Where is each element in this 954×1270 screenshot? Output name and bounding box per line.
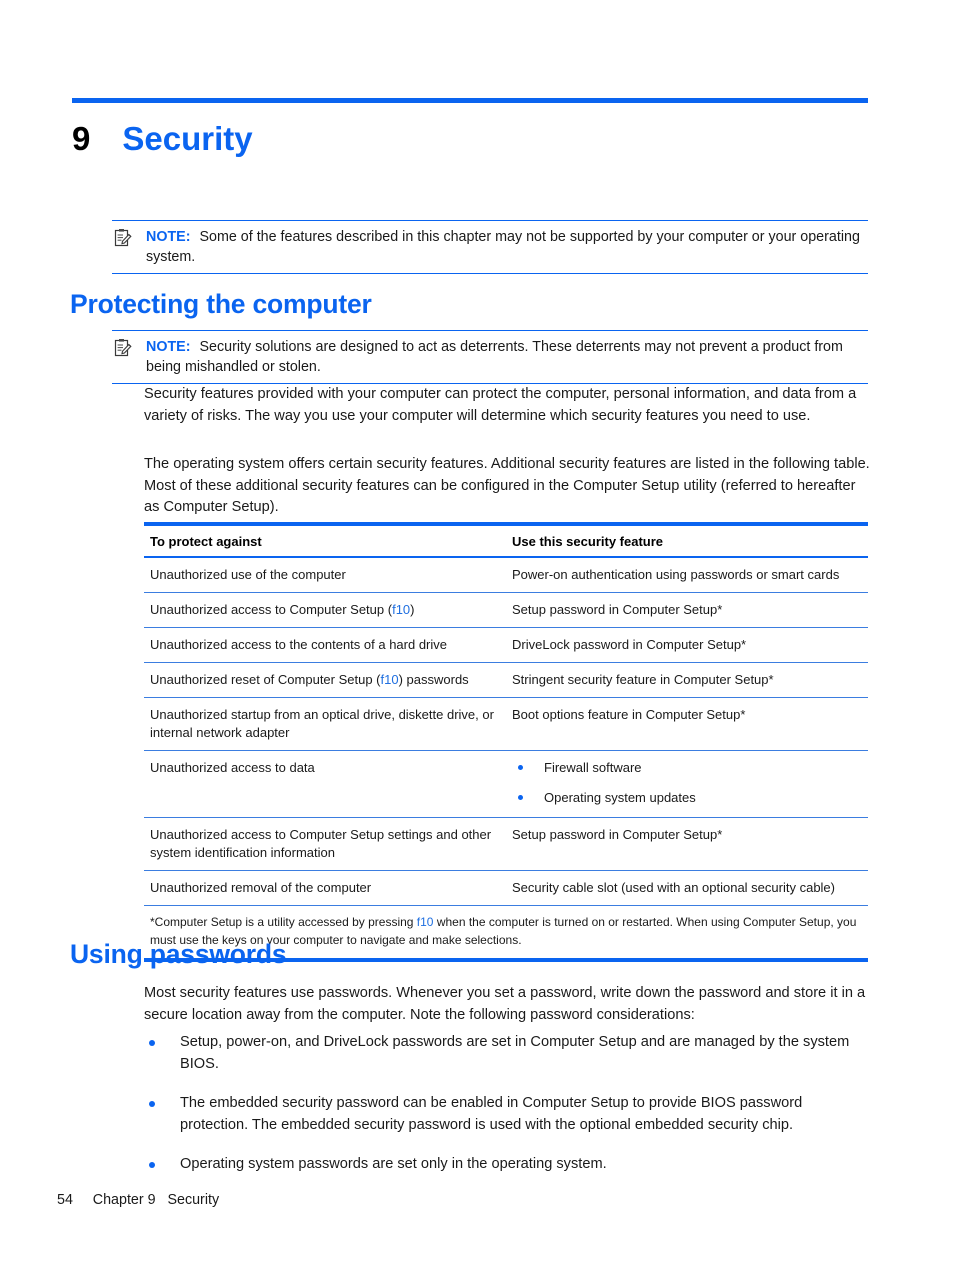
cell-feature: Setup password in Computer Setup* — [506, 817, 868, 871]
table-row: Unauthorized removal of the computer Sec… — [144, 870, 868, 906]
cell-text-pre: Unauthorized reset of Computer Setup ( — [150, 672, 381, 687]
link-f10[interactable]: f10 — [417, 915, 434, 929]
header-rule — [72, 98, 868, 103]
list-item: Operating system passwords are set only … — [144, 1154, 870, 1176]
chapter-title-text: Security — [122, 120, 253, 157]
cell-protect-against: Unauthorized access to Computer Setup (f… — [144, 592, 506, 628]
list-item: Setup, power-on, and DriveLock passwords… — [144, 1032, 870, 1075]
note-text: Some of the features described in this c… — [146, 229, 860, 265]
chapter-number: 9 — [72, 120, 91, 157]
note-clipboard-icon — [114, 338, 133, 357]
page-title: 9 Security — [72, 118, 872, 160]
table-row: Unauthorized access to Computer Setup (f… — [144, 592, 868, 628]
table-row: Unauthorized access to data Firewall sof… — [144, 750, 868, 818]
note-text: Security solutions are designed to act a… — [146, 339, 843, 375]
cell-text-pre: Unauthorized access to Computer Setup ( — [150, 602, 393, 617]
page-footer: 54 Chapter 9 Security — [57, 1192, 220, 1208]
cell-protect-against: Unauthorized access to Computer Setup se… — [144, 817, 506, 871]
note-label: NOTE: — [146, 229, 191, 245]
note-clipboard-icon — [114, 228, 133, 247]
note-label: NOTE: — [146, 339, 191, 355]
table-header-protect: To protect against — [144, 522, 506, 558]
table-header-feature: Use this security feature — [506, 522, 868, 558]
table-row: Unauthorized access to the contents of a… — [144, 627, 868, 663]
list-item: The embedded security password can be en… — [144, 1093, 870, 1136]
document-page: 9 Security NOTE: Some of the features des… — [0, 0, 954, 1270]
cell-feature: Firewall software Operating system updat… — [506, 750, 868, 818]
note-box-deterrents: NOTE: Security solutions are designed to … — [112, 330, 868, 384]
cell-protect-against: Unauthorized startup from an optical dri… — [144, 697, 506, 751]
list-item: Firewall software — [512, 759, 858, 777]
table-row: Unauthorized startup from an optical dri… — [144, 697, 868, 751]
cell-text-post: ) passwords — [398, 672, 469, 687]
cell-protect-against: Unauthorized access to the contents of a… — [144, 627, 506, 663]
footnote-text-pre: *Computer Setup is a utility accessed by… — [150, 915, 417, 929]
cell-feature: Power-on authentication using passwords … — [506, 557, 868, 593]
section-heading-protecting: Protecting the computer — [70, 289, 372, 319]
security-features-table: To protect against Use this security fea… — [144, 522, 868, 962]
cell-protect-against: Unauthorized access to data — [144, 750, 506, 818]
cell-protect-against: Unauthorized reset of Computer Setup (f1… — [144, 662, 506, 698]
cell-feature: DriveLock password in Computer Setup* — [506, 627, 868, 663]
table-row: Unauthorized access to Computer Setup se… — [144, 817, 868, 871]
cell-feature: Security cable slot (used with an option… — [506, 870, 868, 906]
feature-bullet-list: Firewall software Operating system updat… — [512, 759, 858, 807]
table-row: Unauthorized reset of Computer Setup (f1… — [144, 662, 868, 698]
paragraph-security-features: Security features provided with your com… — [144, 386, 857, 424]
link-f10[interactable]: f10 — [381, 672, 399, 687]
cell-protect-against: Unauthorized use of the computer — [144, 557, 506, 593]
section-heading-using-passwords: Using passwords — [70, 939, 287, 969]
list-item: Operating system updates — [512, 789, 858, 807]
cell-text-post: ) — [410, 602, 415, 617]
table-row: Unauthorized use of the computer Power-o… — [144, 557, 868, 593]
link-f10[interactable]: f10 — [392, 602, 410, 617]
cell-feature: Setup password in Computer Setup* — [506, 592, 868, 628]
paragraph-most-security: Most security features use passwords. Wh… — [144, 985, 866, 1023]
password-considerations-list: Setup, power-on, and DriveLock passwords… — [144, 1032, 870, 1194]
table-header-row: To protect against Use this security fea… — [144, 522, 868, 558]
note-box-chapter: NOTE: Some of the features described in t… — [112, 220, 868, 274]
paragraph-operating-system: The operating system offers certain secu… — [144, 456, 870, 515]
cell-feature: Stringent security feature in Computer S… — [506, 662, 868, 698]
cell-protect-against: Unauthorized removal of the computer — [144, 870, 506, 906]
cell-feature: Boot options feature in Computer Setup* — [506, 697, 868, 751]
